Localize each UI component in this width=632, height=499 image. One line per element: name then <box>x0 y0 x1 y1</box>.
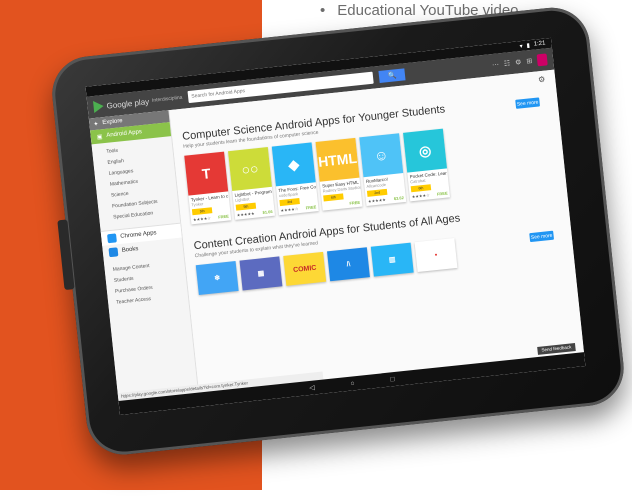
tablet-device: ▾ ▮ 1:21 Google play Interdisciplina 🔍 ⋯… <box>48 2 632 498</box>
app-card[interactable]: ❄ <box>195 261 239 296</box>
wifi-icon: ▾ <box>519 43 523 50</box>
app-card[interactable]: <HTML> Super Easy HTML Rodney Darts Studio… <box>315 137 363 211</box>
app-icon: ☺ <box>359 133 404 178</box>
app-price: FREE <box>349 199 361 206</box>
bullet-icon: • <box>320 2 326 19</box>
books-icon <box>108 246 119 257</box>
gear-icon[interactable]: ⚙ <box>538 75 546 85</box>
back-icon[interactable]: ◁ <box>309 383 315 392</box>
rating-stars <box>324 203 325 208</box>
app-price: $3.62 <box>393 195 405 202</box>
play-triangle-icon <box>93 100 105 113</box>
tablet-screen: ▾ ▮ 1:21 Google play Interdisciplina 🔍 ⋯… <box>85 37 586 415</box>
app-card[interactable]: ◆ The Foos: Free Co codeSpark 3rd ★★★★☆ FREE <box>271 142 319 216</box>
app-card[interactable]: ☺ RunMarco! Allcancode 2nd ★★★★★ $3.62 <box>359 133 407 207</box>
status-time: 1:21 <box>533 40 546 48</box>
avatar[interactable] <box>536 53 548 67</box>
app-price: $1.66 <box>262 208 273 215</box>
notifications-icon[interactable]: ⊞ <box>526 57 533 66</box>
app-card[interactable]: COMIC <box>283 251 327 286</box>
rating-stars: ★★★★☆ <box>280 206 299 214</box>
app-card[interactable]: ◎ Pocket Code: Lear Catrobat 6th ★★★★☆ FREE <box>403 128 451 202</box>
sidebar-item-label: Android Apps <box>106 129 143 139</box>
sidebar-item-label: Books <box>121 246 139 254</box>
app-icon: ◎ <box>403 128 448 173</box>
main-content: ⚙ Computer Science Android Apps for Youn… <box>169 69 585 395</box>
play-logo-text: Google play <box>106 96 150 111</box>
android-icon: ▣ <box>96 133 103 141</box>
list-icon[interactable]: ☷ <box>504 59 511 68</box>
rating-stars: ★★★★☆ <box>192 215 212 223</box>
app-price: FREE <box>305 204 317 211</box>
rating-stars: ★★★★☆ <box>411 192 430 200</box>
search-icon: 🔍 <box>387 72 398 81</box>
rating-stars: ★★★★★ <box>367 196 387 204</box>
settings-icon[interactable]: ⚙ <box>515 58 522 67</box>
app-card[interactable]: ▥ <box>370 242 414 277</box>
chrome-icon <box>106 232 117 243</box>
recent-apps-icon[interactable]: □ <box>390 376 395 383</box>
apps-grid-icon[interactable]: ⋯ <box>492 60 500 69</box>
app-icon: <HTML> <box>315 137 360 182</box>
sidebar-item-label: Chrome Apps <box>120 230 157 240</box>
app-icon: T <box>184 151 229 196</box>
rating-stars: ★★★★★ <box>236 210 255 218</box>
app-card[interactable]: T Tynker - Learn to c Tynker 5th ★★★★☆ FREE <box>184 151 232 225</box>
play-body: ✦ Explore ▣ Android Apps Tools English Lan… <box>88 69 585 404</box>
sidebar-item-label: Explore <box>102 118 123 127</box>
app-icon: ○○ <box>228 147 272 191</box>
home-icon[interactable]: ○ <box>350 380 355 387</box>
app-card[interactable]: ○○ Lightbot - Program Lightbot 5th ★★★★★ $1.6… <box>228 147 275 220</box>
tablet-body: ▾ ▮ 1:21 Google play Interdisciplina 🔍 ⋯… <box>48 4 628 459</box>
app-icon: ◆ <box>271 142 316 187</box>
header-icons: ⋯ ☷ ⚙ ⊞ <box>491 53 548 71</box>
battery-icon: ▮ <box>526 42 531 49</box>
app-price: FREE <box>217 213 230 220</box>
category-list: Tools English Languages Mathematics Scie… <box>92 136 180 225</box>
play-logo-sub: Interdisciplina <box>151 94 183 104</box>
app-price: FREE <box>436 190 448 197</box>
app-card[interactable]: • <box>414 238 458 273</box>
search-button[interactable]: 🔍 <box>378 68 406 83</box>
explore-icon: ✦ <box>93 121 99 128</box>
app-card[interactable]: /\ <box>327 247 370 282</box>
sidebar-bottom-list: Manage Content Students Purchase Orders … <box>104 251 189 309</box>
app-card[interactable]: ▦ <box>239 256 283 291</box>
